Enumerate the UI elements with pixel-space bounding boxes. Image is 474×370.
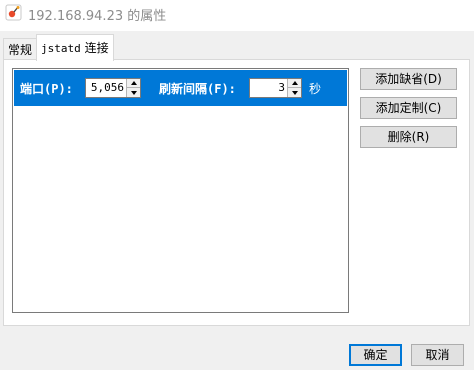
window-title: 192.168.94.23 的属性 bbox=[28, 9, 167, 24]
port-decrement-button[interactable] bbox=[127, 88, 140, 97]
interval-decrement-button[interactable] bbox=[288, 88, 301, 97]
port-spin-buttons bbox=[126, 79, 140, 97]
port-spinner[interactable]: 5,056 bbox=[85, 78, 141, 98]
interval-increment-button[interactable] bbox=[288, 79, 301, 88]
connection-list[interactable]: 端口(P): 5,056 刷新间隔(F): 3 秒 bbox=[12, 68, 349, 313]
interval-spin-buttons bbox=[287, 79, 301, 97]
interval-label: 刷新间隔(F): bbox=[159, 82, 236, 96]
interval-unit-label: 秒 bbox=[309, 82, 322, 96]
arrow-down-icon bbox=[130, 90, 137, 95]
tab-general[interactable]: 常规 bbox=[3, 38, 37, 60]
delete-button[interactable]: 删除(R) bbox=[360, 126, 457, 148]
properties-dialog: 192.168.94.23 的属性 常规 jstatd 连接 端口(P): 5,… bbox=[0, 0, 474, 370]
port-value[interactable]: 5,056 bbox=[91, 81, 124, 94]
arrow-down-icon bbox=[291, 90, 298, 95]
title-bar: 192.168.94.23 的属性 bbox=[0, 0, 474, 31]
tab-general-label: 常规 bbox=[8, 43, 33, 57]
port-label: 端口(P): bbox=[20, 82, 73, 96]
ok-button[interactable]: 确定 bbox=[349, 344, 402, 366]
add-custom-button[interactable]: 添加定制(C) bbox=[360, 97, 457, 119]
interval-spinner[interactable]: 3 bbox=[249, 78, 302, 98]
tab-jstatd-label-mono: jstatd bbox=[41, 42, 81, 55]
port-increment-button[interactable] bbox=[127, 79, 140, 88]
connection-row-selected[interactable]: 端口(P): 5,056 刷新间隔(F): 3 秒 bbox=[14, 70, 347, 106]
app-icon bbox=[5, 4, 22, 21]
arrow-up-icon bbox=[130, 81, 137, 85]
interval-value[interactable]: 3 bbox=[278, 81, 285, 94]
cancel-button[interactable]: 取消 bbox=[411, 344, 464, 366]
tab-jstatd-connection[interactable]: jstatd 连接 bbox=[36, 34, 114, 61]
arrow-up-icon bbox=[291, 81, 298, 85]
add-default-button[interactable]: 添加缺省(D) bbox=[360, 68, 457, 90]
tab-jstatd-label-rest: 连接 bbox=[80, 41, 109, 55]
